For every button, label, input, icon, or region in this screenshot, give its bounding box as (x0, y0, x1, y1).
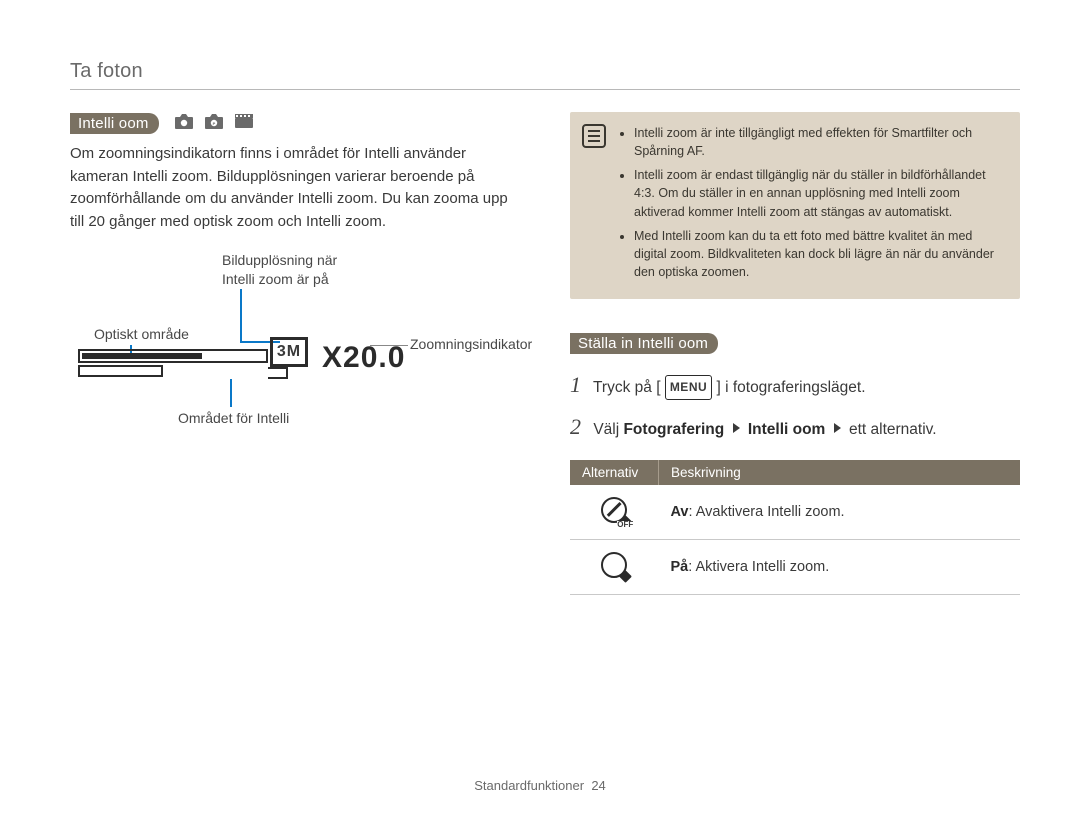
svg-text:P: P (212, 121, 215, 126)
zoom-indicator-value: X20.0 (322, 341, 405, 375)
table-row: På: Aktivera Intelli zoom. (570, 539, 1020, 594)
label-zoomindicator: Zoomningsindikator (410, 335, 532, 354)
intro-paragraph: Om zoomningsindikatorn finns i området f… (70, 143, 520, 233)
table-row: OFF Av: Avaktivera Intelli zoom. (570, 485, 1020, 540)
options-table: Alternativ Beskrivning OFF Av: A (570, 460, 1020, 595)
mode-icons: P (173, 112, 255, 135)
page-header: Ta foton (70, 60, 1020, 90)
zoom-bar-lower (78, 365, 163, 377)
zoom-diagram: Bildupplösning när Intelli zoom är på Op… (70, 251, 520, 461)
camera-mode-icon: P (203, 112, 225, 135)
camera-mode-icon (173, 112, 195, 135)
table-head-option: Alternativ (570, 460, 659, 485)
label-optical: Optiskt område (94, 325, 189, 344)
label-intelli-area: Området för Intelli (178, 409, 289, 428)
note-icon (582, 124, 606, 148)
step-2: 2 Välj Fotografering Intelli oom ett alt… (570, 406, 1020, 448)
menu-button-chip: MENU (665, 375, 712, 400)
zoom-bar (78, 349, 268, 363)
note-item: Intelli zoom är inte tillgängligt med ef… (634, 124, 1006, 160)
note-item: Med Intelli zoom kan du ta ett foto med … (634, 227, 1006, 281)
movie-mode-icon (233, 112, 255, 135)
resolution-badge: 3M (270, 337, 308, 367)
info-note-box: Intelli zoom är inte tillgängligt med ef… (570, 112, 1020, 299)
topic-tab-intellizoom: Intelli oom (70, 113, 159, 134)
label-resolution: Bildupplösning när Intelli zoom är på (222, 251, 337, 289)
step-1: 1 Tryck på [ MENU ] i fotograferingsläge… (570, 364, 1020, 406)
page-footer: Standardfunktioner 24 (0, 778, 1080, 793)
note-item: Intelli zoom är endast tillgänglig när d… (634, 166, 1006, 220)
table-head-description: Beskrivning (659, 460, 1021, 485)
right-column: Intelli zoom är inte tillgängligt med ef… (570, 112, 1020, 595)
topic-tab-setintellizoom: Ställa in Intelli oom (570, 333, 718, 354)
intellizoom-off-icon: OFF (601, 497, 627, 523)
intellizoom-on-icon (601, 552, 627, 578)
left-column: Intelli oom P Om zoomningsindikatorn fin… (70, 112, 520, 595)
